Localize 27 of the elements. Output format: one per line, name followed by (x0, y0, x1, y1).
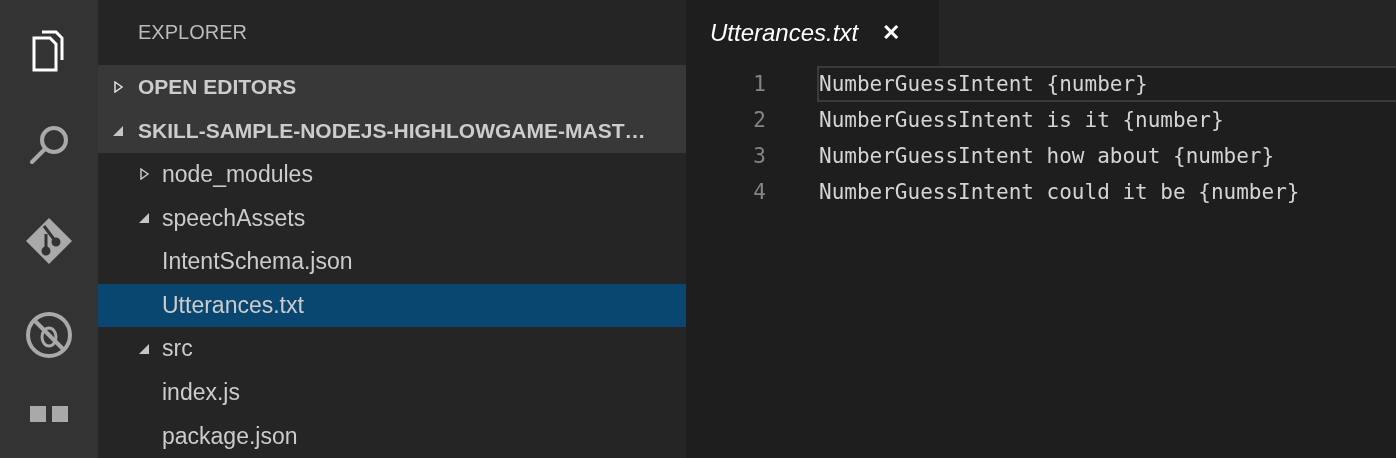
sidebar-title: EXPLORER (138, 21, 247, 45)
line-number: 2 (752, 108, 766, 132)
tree-item[interactable]: index.js (98, 370, 686, 415)
code-line: NumberGuessIntent is it {number} (818, 107, 1225, 134)
collapsed-caret-icon (112, 81, 124, 94)
section-header[interactable]: SKILL-SAMPLE-NODEJS-HIGHLOWGAME-MAST… (98, 109, 686, 153)
tree-item[interactable]: IntentSchema.json (98, 239, 686, 284)
expanded-caret-icon (112, 124, 124, 137)
code-line: NumberGuessIntent could it be {number} (818, 179, 1301, 206)
tree-item[interactable]: package.json (98, 414, 686, 458)
tree-item[interactable]: Utterances.txt (98, 283, 686, 328)
tree-item[interactable]: speechAssets (98, 196, 686, 240)
git-icon[interactable] (24, 216, 74, 266)
tree-item[interactable]: src (98, 327, 686, 371)
code-line: NumberGuessIntent {number} (817, 66, 1396, 102)
line-number: 4 (752, 180, 766, 204)
expanded-caret-icon (138, 212, 150, 225)
collapsed-caret-icon (138, 168, 150, 181)
editor-tab[interactable]: Utterances.txt ✕ (686, 0, 940, 66)
section-header[interactable]: OPEN EDITORS (98, 65, 686, 110)
close-button[interactable]: ✕ (882, 20, 901, 46)
line-number: 3 (752, 144, 766, 168)
debug-icon[interactable] (24, 310, 74, 360)
tree-item[interactable]: node_modules (98, 152, 686, 197)
line-number: 1 (752, 72, 766, 96)
expanded-caret-icon (138, 343, 150, 355)
code-line: NumberGuessIntent how about {number} (818, 143, 1276, 170)
